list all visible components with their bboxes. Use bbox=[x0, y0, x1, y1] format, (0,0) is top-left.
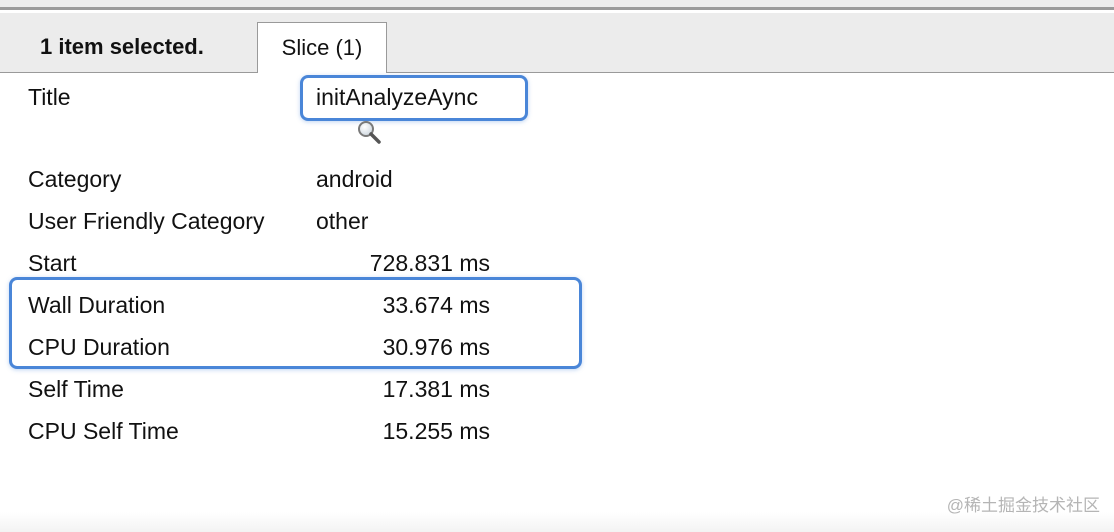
start-value: 728.831 ms bbox=[369, 250, 490, 276]
user-friendly-category-label: User Friendly Category bbox=[28, 208, 265, 234]
selection-summary: 1 item selected. bbox=[40, 34, 204, 59]
watermark: @稀土掘金技术社区 bbox=[946, 496, 1100, 515]
cpu-self-time-label: CPU Self Time bbox=[28, 418, 179, 444]
category-label: Category bbox=[28, 166, 122, 192]
tab-slice[interactable]: Slice (1) bbox=[257, 22, 387, 73]
start-label: Start bbox=[28, 250, 77, 276]
cpu-self-time-value: 15.255 ms bbox=[382, 418, 490, 444]
title-highlight-box bbox=[300, 75, 528, 121]
self-time-value: 17.381 ms bbox=[382, 376, 490, 402]
top-border bbox=[0, 0, 1114, 10]
duration-highlight-box bbox=[9, 277, 582, 369]
tab-bar-divider bbox=[0, 72, 1114, 73]
title-label: Title bbox=[28, 84, 71, 110]
magnifier-icon[interactable] bbox=[356, 119, 382, 145]
self-time-label: Self Time bbox=[28, 376, 124, 402]
user-friendly-category-value: other bbox=[316, 208, 369, 234]
category-value: android bbox=[316, 166, 393, 192]
